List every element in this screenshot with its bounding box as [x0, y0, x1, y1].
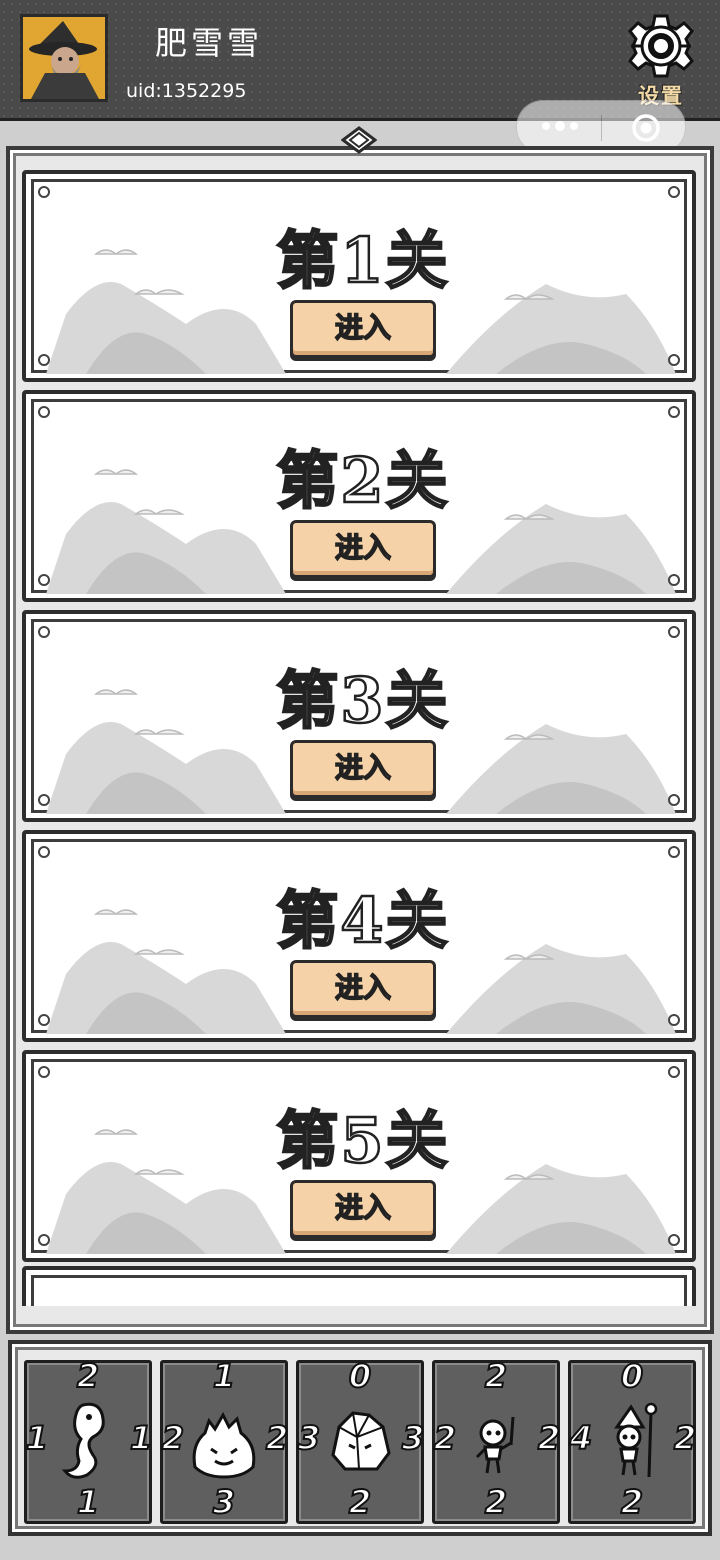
stat-bottom: 2	[348, 1482, 372, 1522]
enter-button[interactable]: 进入	[290, 520, 436, 578]
stat-top: 0	[620, 1356, 644, 1396]
level-card-1: 第1关 进入	[22, 170, 696, 382]
rivet	[668, 354, 680, 366]
stat-left: 1	[25, 1418, 49, 1458]
monster-card-3[interactable]: 0 3 3 2	[296, 1356, 425, 1524]
rivet	[668, 186, 680, 198]
rivet	[668, 1014, 680, 1026]
rivet	[38, 1066, 50, 1078]
close-target-icon[interactable]	[631, 113, 661, 143]
enter-button[interactable]: 进入	[290, 1180, 436, 1238]
level-title: 第1关	[275, 223, 450, 299]
level-list[interactable]: 第1关 进入 第2关 进入 第3关 进入 第4关 进入 第5关 进入	[22, 166, 696, 1306]
username: 肥雪雪	[155, 24, 264, 62]
level-title: 第3关	[275, 663, 450, 739]
rivet	[38, 1014, 50, 1026]
stat-top: 2	[484, 1356, 508, 1396]
monster-card-4[interactable]: 2 2 2 2	[432, 1356, 561, 1524]
level-card-3: 第3关 进入	[22, 610, 696, 822]
level-title: 第5关	[275, 1103, 450, 1179]
rivet	[38, 186, 50, 198]
gear-icon	[628, 14, 694, 78]
level-title: 第2关	[275, 443, 450, 519]
rock-golem-icon	[331, 1411, 391, 1471]
rivet	[38, 846, 50, 858]
capsule-divider	[601, 115, 602, 141]
rivet	[38, 574, 50, 586]
stat-left: 2	[433, 1418, 457, 1458]
monster-card-1[interactable]: 2 1 1 1	[24, 1356, 153, 1524]
stat-left: 2	[161, 1418, 185, 1458]
monster-card-2[interactable]: 1 2 2 3	[160, 1356, 289, 1524]
stat-top: 2	[76, 1356, 100, 1396]
settings-button[interactable]: 设置	[626, 14, 696, 110]
rivet	[38, 794, 50, 806]
enter-button[interactable]: 进入	[290, 740, 436, 798]
stat-bottom: 1	[76, 1482, 100, 1522]
enter-button[interactable]: 进入	[290, 960, 436, 1018]
stat-bottom: 2	[620, 1482, 644, 1522]
rivet	[668, 1234, 680, 1246]
skeleton-icon	[475, 1416, 515, 1474]
rivet	[668, 626, 680, 638]
level-card-2: 第2关 进入	[22, 390, 696, 602]
stat-top: 0	[348, 1356, 372, 1396]
level-title: 第4关	[275, 883, 450, 959]
stat-left: 3	[297, 1418, 321, 1458]
rivet	[38, 354, 50, 366]
level-card-partial	[22, 1266, 696, 1306]
rivet	[668, 1066, 680, 1078]
wizard-avatar-icon	[23, 17, 105, 99]
stat-bottom: 3	[212, 1482, 236, 1522]
rivet	[38, 1234, 50, 1246]
slime-icon	[192, 1411, 256, 1479]
rivet	[668, 846, 680, 858]
stat-right: 2	[673, 1418, 697, 1458]
stat-top: 1	[212, 1356, 236, 1396]
diamond-ornament-icon	[341, 126, 377, 154]
user-id: uid:1352295	[126, 80, 247, 102]
level-card-5: 第5关 进入	[22, 1050, 696, 1262]
rivet	[668, 406, 680, 418]
monster-card-5[interactable]: 0 4 2 2	[568, 1356, 697, 1524]
enter-button[interactable]: 进入	[290, 300, 436, 358]
more-dots-icon[interactable]	[539, 116, 581, 136]
avatar[interactable]	[20, 14, 108, 102]
rivet	[38, 406, 50, 418]
rivet	[668, 794, 680, 806]
worm-icon	[61, 1402, 105, 1479]
stat-bottom: 2	[484, 1482, 508, 1522]
stat-left: 4	[569, 1418, 593, 1458]
level-card-4: 第4关 进入	[22, 830, 696, 1042]
rivet	[38, 626, 50, 638]
skeleton-mage-icon	[614, 1402, 658, 1478]
rivet	[668, 574, 680, 586]
